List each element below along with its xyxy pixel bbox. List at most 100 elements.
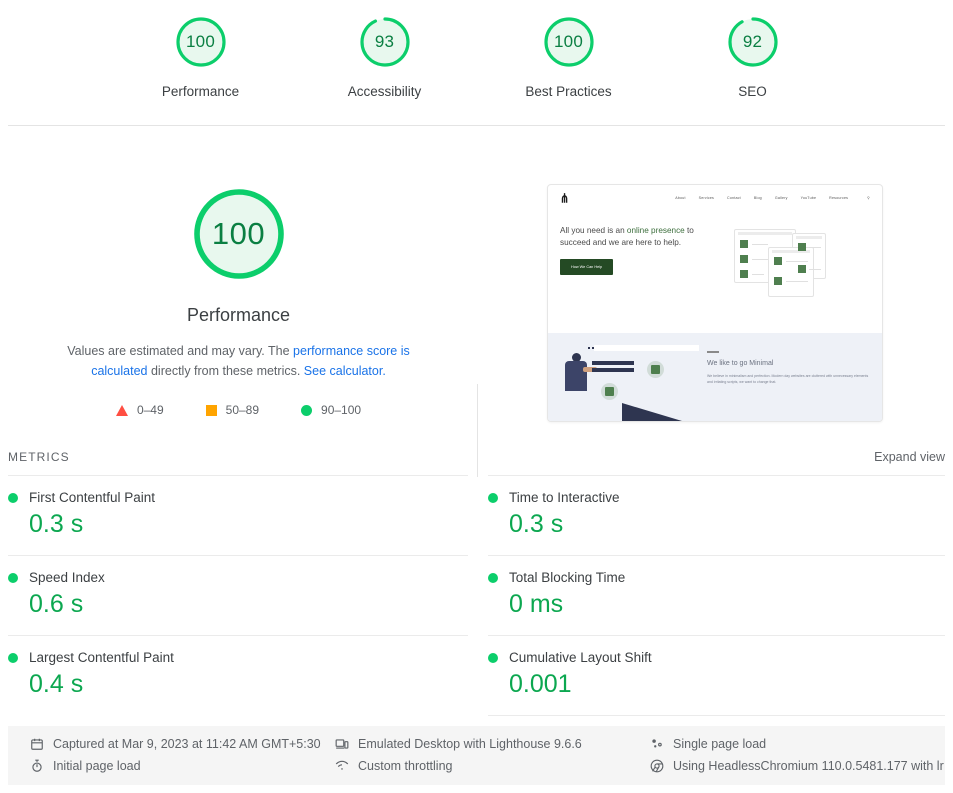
gauge-wrap: 93 bbox=[325, 14, 445, 70]
thumb-nav-link: Contact bbox=[727, 196, 741, 200]
metric-name: Speed Index bbox=[29, 570, 105, 585]
thumb-line bbox=[752, 274, 764, 275]
metric-item[interactable]: Largest Contentful Paint 0.4 s bbox=[8, 635, 468, 716]
score-gauge-best-practices: 100 bbox=[541, 14, 597, 70]
footer-initial-load: Initial page load bbox=[30, 759, 335, 773]
gauge-wrap: 92 bbox=[693, 14, 813, 70]
metric-name: Time to Interactive bbox=[509, 490, 620, 505]
metric-item[interactable]: Cumulative Layout Shift 0.001 bbox=[488, 635, 945, 716]
footer-text: Using HeadlessChromium 110.0.5481.177 wi… bbox=[673, 759, 944, 773]
circle-pass-icon bbox=[8, 572, 18, 583]
legend-item-pass: 90–100 bbox=[301, 403, 361, 417]
thumb-hero-text: All you need is an online presence to su… bbox=[560, 225, 720, 303]
report-footer: Captured at Mar 9, 2023 at 11:42 AM GMT+… bbox=[8, 726, 945, 785]
thumb-square-icon bbox=[740, 255, 748, 263]
thumb-hero-illustration bbox=[720, 225, 870, 303]
metric-header: Largest Contentful Paint bbox=[8, 650, 468, 665]
metric-name: First Contentful Paint bbox=[29, 490, 156, 505]
footer-page-load: Single page load bbox=[650, 737, 944, 751]
metric-value: 0.3 s bbox=[509, 510, 564, 538]
legend-range-fail: 0–49 bbox=[136, 403, 164, 417]
thumb-person-body bbox=[565, 361, 587, 391]
thumb-headline: All you need is an online presence to su… bbox=[560, 225, 720, 249]
thumb-illustration-person bbox=[548, 333, 703, 421]
metric-value: 0.4 s bbox=[29, 670, 84, 698]
performance-gauge: 100 bbox=[189, 184, 289, 284]
thumb-nav-link: Blog bbox=[753, 196, 762, 200]
stopwatch-icon bbox=[30, 759, 44, 773]
thumb-dark-bar bbox=[592, 368, 634, 372]
metric-item[interactable]: Speed Index 0.6 s bbox=[8, 555, 468, 635]
thumb-nav-links: About Services Contact Blog Gallery YouT… bbox=[675, 196, 870, 200]
final-screenshot[interactable]: ⋔ About Services Contact Blog Gallery Yo… bbox=[547, 184, 883, 422]
thumb-navbar: ⋔ About Services Contact Blog Gallery Yo… bbox=[548, 185, 882, 211]
legend-item-average: 50–89 bbox=[205, 403, 260, 417]
gauge-wrap: 100 bbox=[509, 14, 629, 70]
thumb-card-bar bbox=[796, 236, 822, 239]
metric-name: Total Blocking Time bbox=[509, 570, 626, 585]
thumb-square-icon bbox=[798, 243, 806, 251]
thumb-headline-accent: online presence bbox=[626, 226, 685, 235]
footer-user-agent: Using HeadlessChromium 110.0.5481.177 wi… bbox=[650, 759, 944, 773]
thumb-square-icon bbox=[740, 240, 748, 248]
metric-value: 0.001 bbox=[509, 670, 572, 698]
hero-vertical-divider bbox=[477, 384, 478, 477]
score-gauge-accessibility: 93 bbox=[357, 14, 413, 70]
legend-item-fail: 0–49 bbox=[115, 403, 164, 417]
thumb-nav-link: Resources bbox=[829, 196, 849, 200]
calendar-icon bbox=[30, 737, 44, 751]
thumb-card-bar bbox=[738, 232, 792, 235]
footer-emulation: Emulated Desktop with Lighthouse 9.6.6 bbox=[335, 737, 650, 751]
metric-value: 0.3 s bbox=[29, 510, 84, 538]
score-gauge-performance: 100 bbox=[173, 14, 229, 70]
score-value: 93 bbox=[374, 32, 395, 51]
metric-item[interactable]: Total Blocking Time 0 ms bbox=[488, 555, 945, 635]
category-score-accessibility[interactable]: 93 Accessibility bbox=[325, 14, 445, 99]
score-legend: 0–49 50–89 90–100 bbox=[115, 403, 361, 417]
score-value: 100 bbox=[554, 32, 583, 51]
score-gauge-seo: 92 bbox=[725, 14, 781, 70]
chrome-icon bbox=[650, 759, 664, 773]
performance-summary: 100 Performance Values are estimated and… bbox=[0, 184, 477, 417]
thumb-square-icon bbox=[740, 270, 748, 278]
metrics-title: METRICS bbox=[8, 450, 70, 464]
legend-range-pass: 90–100 bbox=[321, 403, 362, 417]
metric-item[interactable]: First Contentful Paint 0.3 s bbox=[8, 475, 468, 555]
thumb-rule bbox=[707, 351, 719, 353]
circle-pass-icon bbox=[488, 572, 498, 583]
desktop-icon bbox=[335, 737, 349, 751]
thumb-lower-text: We like to go Minimal We believe in mini… bbox=[703, 333, 882, 421]
thumb-line bbox=[752, 259, 768, 260]
score-label: Accessibility bbox=[347, 84, 422, 99]
desc-text-part2: directly from these metrics. bbox=[147, 364, 304, 378]
metric-header: Total Blocking Time bbox=[488, 570, 945, 585]
circle-pass-icon bbox=[488, 492, 498, 503]
metric-value: 0.6 s bbox=[29, 590, 84, 618]
thumb-green-square-icon bbox=[601, 383, 618, 400]
category-score-performance[interactable]: 100 Performance bbox=[141, 14, 261, 99]
legend-range-average: 50–89 bbox=[225, 403, 260, 417]
footer-text: Single page load bbox=[673, 737, 767, 751]
thumb-card bbox=[768, 247, 814, 297]
expand-view-toggle[interactable]: Expand view bbox=[874, 450, 945, 464]
score-label: SEO bbox=[738, 84, 767, 99]
footer-text: Captured at Mar 9, 2023 at 11:42 AM GMT+… bbox=[53, 737, 321, 751]
thumb-line bbox=[809, 269, 821, 270]
category-score-best-practices[interactable]: 100 Best Practices bbox=[509, 14, 629, 99]
metric-header: Speed Index bbox=[8, 570, 468, 585]
thumb-square-icon bbox=[798, 265, 806, 273]
circle-pass-icon bbox=[8, 492, 18, 503]
category-score-seo[interactable]: 92 SEO bbox=[693, 14, 813, 99]
performance-hero: 100 Performance Values are estimated and… bbox=[0, 126, 953, 477]
performance-description: Values are estimated and may vary. The p… bbox=[39, 341, 439, 381]
metric-item[interactable]: Time to Interactive 0.3 s bbox=[488, 475, 945, 555]
thumb-line bbox=[786, 281, 808, 282]
see-calculator-link[interactable]: See calculator. bbox=[304, 364, 386, 378]
metrics-grid: First Contentful Paint 0.3 s Time to Int… bbox=[0, 475, 953, 716]
thumb-logo-icon: ⋔ bbox=[560, 191, 569, 206]
score-value: 92 bbox=[742, 32, 763, 51]
circle-pass-icon bbox=[301, 404, 313, 416]
thumb-square-icon bbox=[774, 277, 782, 285]
thumb-section-title: We like to go Minimal bbox=[707, 359, 774, 367]
metric-name: Largest Contentful Paint bbox=[29, 650, 174, 665]
